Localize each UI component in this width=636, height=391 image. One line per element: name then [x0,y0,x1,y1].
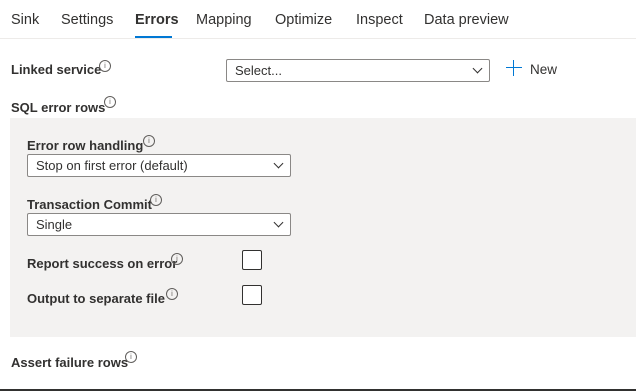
report-success-checkbox[interactable] [242,250,262,270]
tab-data-preview[interactable]: Data preview [424,12,509,28]
transaction-commit-info-icon[interactable]: i [150,194,162,206]
active-tab-indicator [135,36,172,38]
chevron-down-icon [273,158,284,169]
tab-optimize[interactable]: Optimize [275,12,332,28]
linked-service-select[interactable]: Select... [226,59,490,82]
linked-service-value: Select... [235,63,282,78]
transaction-commit-select[interactable]: Single [27,213,291,236]
plus-icon [506,60,522,76]
output-separate-info-icon[interactable]: i [166,288,178,300]
report-success-label: Report success on error [27,256,178,271]
new-button-label: New [530,62,558,77]
linked-service-label: Linked service [11,62,102,77]
report-success-info-icon[interactable]: i [171,253,183,265]
sql-error-rows-heading: SQL error rows [11,100,106,115]
error-row-handling-label: Error row handling [27,138,144,153]
assert-failure-rows-info-icon[interactable]: i [125,351,137,363]
error-row-handling-value: Stop on first error (default) [36,158,188,173]
transaction-commit-label: Transaction Commit [27,197,152,212]
output-separate-checkbox[interactable] [242,285,262,305]
tab-mapping[interactable]: Mapping [196,12,252,28]
tab-errors[interactable]: Errors [135,12,179,28]
tab-inspect[interactable]: Inspect [356,12,403,28]
transaction-commit-value: Single [36,217,73,232]
error-row-handling-select[interactable]: Stop on first error (default) [27,154,291,177]
tab-bar: Sink Settings Errors Mapping Optimize In… [0,0,636,39]
tab-settings[interactable]: Settings [61,12,113,28]
chevron-down-icon [273,217,284,228]
tab-sink[interactable]: Sink [11,12,39,28]
error-row-handling-info-icon[interactable]: i [143,135,155,147]
output-separate-label: Output to separate file [27,291,165,306]
assert-failure-rows-heading: Assert failure rows [11,355,129,370]
chevron-down-icon [472,63,483,74]
sql-error-rows-info-icon[interactable]: i [104,96,116,108]
linked-service-info-icon[interactable]: i [99,60,111,72]
